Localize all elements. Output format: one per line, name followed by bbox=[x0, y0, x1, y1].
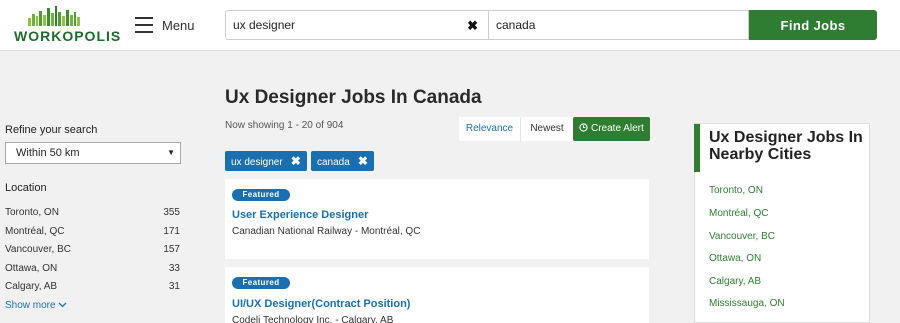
find-jobs-button[interactable]: Find Jobs bbox=[749, 10, 877, 40]
nearby-city-link[interactable]: Ottawa, ON bbox=[709, 253, 761, 264]
workopolis-logo[interactable]: WORKOPOLIS bbox=[14, 6, 120, 44]
clock-icon bbox=[579, 123, 588, 132]
location-name: Calgary, AB bbox=[5, 281, 58, 292]
nearby-city-link[interactable]: Vancouver, BC bbox=[709, 231, 775, 242]
distance-select[interactable]: Within 50 km ▼ bbox=[5, 142, 181, 164]
job-company: Codeli Technology Inc. - Calgary, AB bbox=[232, 315, 394, 323]
menu-button[interactable]: Menu bbox=[135, 14, 195, 36]
site-header: WORKOPOLIS Menu ✖ Find Jobs bbox=[0, 0, 900, 51]
create-alert-button[interactable]: Create Alert bbox=[573, 117, 650, 141]
chevron-down-icon bbox=[58, 302, 67, 308]
create-alert-label: Create Alert bbox=[590, 123, 644, 134]
sort-controls: Relevance Newest Create Alert bbox=[459, 117, 650, 141]
job-title-link[interactable]: UI/UX Designer(Contract Position) bbox=[232, 298, 410, 310]
location-name: Vancouver, BC bbox=[5, 244, 71, 255]
remove-filter-icon[interactable]: ✖ bbox=[358, 151, 368, 171]
keyword-search-box: ✖ bbox=[225, 10, 488, 40]
page-title: Ux Designer Jobs In Canada bbox=[225, 87, 482, 108]
job-title-link[interactable]: User Experience Designer bbox=[232, 209, 368, 221]
location-filter-title: Location bbox=[5, 182, 47, 194]
filter-tag-location[interactable]: canada ✖ bbox=[311, 151, 374, 171]
remove-filter-icon[interactable]: ✖ bbox=[291, 151, 301, 171]
location-count: 171 bbox=[163, 226, 180, 237]
distance-value: Within 50 km bbox=[16, 147, 80, 159]
location-count: 33 bbox=[168, 263, 180, 274]
nearby-city-link[interactable]: Mississauga, ON bbox=[709, 298, 785, 309]
job-card[interactable]: Featured User Experience Designer Canadi… bbox=[225, 179, 649, 259]
nearby-cities-panel: Ux Designer Jobs In Nearby Cities Toront… bbox=[694, 123, 870, 323]
featured-badge: Featured bbox=[232, 189, 290, 201]
close-icon[interactable]: ✖ bbox=[467, 18, 478, 34]
show-more-label: Show more bbox=[5, 300, 56, 311]
nearby-city-link[interactable]: Calgary, AB bbox=[709, 276, 761, 287]
location-filter-item[interactable]: Ottawa, ON 33 bbox=[5, 263, 180, 277]
sort-relevance-button[interactable]: Relevance bbox=[459, 117, 521, 141]
location-count: 157 bbox=[163, 244, 180, 255]
location-filter-item[interactable]: Vancouver, BC 157 bbox=[5, 244, 180, 258]
show-more-link[interactable]: Show more bbox=[5, 300, 67, 311]
job-card[interactable]: Featured UI/UX Designer(Contract Positio… bbox=[225, 267, 649, 323]
accent-bar bbox=[694, 124, 700, 172]
menu-label: Menu bbox=[162, 17, 195, 33]
location-filter-item[interactable]: Montréal, QC 171 bbox=[5, 226, 180, 240]
filter-tag-label: canada bbox=[317, 157, 350, 168]
hamburger-icon bbox=[135, 17, 153, 33]
location-name: Montréal, QC bbox=[5, 226, 65, 237]
filter-tag-label: ux designer bbox=[231, 157, 283, 168]
location-filter-item[interactable]: Calgary, AB 31 bbox=[5, 281, 180, 295]
filter-tag-keyword[interactable]: ux designer ✖ bbox=[225, 151, 307, 171]
results-count: Now showing 1 - 20 of 904 bbox=[225, 120, 344, 131]
nearby-city-link[interactable]: Montréal, QC bbox=[709, 208, 768, 219]
refine-label: Refine your search bbox=[5, 124, 98, 136]
dropdown-caret-icon: ▼ bbox=[167, 148, 175, 157]
sort-newest-button[interactable]: Newest bbox=[521, 117, 573, 141]
location-count: 31 bbox=[168, 281, 180, 292]
location-name: Ottawa, ON bbox=[5, 263, 58, 274]
location-input[interactable] bbox=[496, 11, 741, 39]
nearby-cities-title: Ux Designer Jobs In Nearby Cities bbox=[709, 129, 863, 163]
featured-badge: Featured bbox=[232, 277, 290, 289]
skyline-icon bbox=[28, 6, 80, 26]
location-count: 355 bbox=[163, 207, 180, 218]
keyword-input[interactable] bbox=[233, 11, 458, 39]
location-search-box bbox=[488, 10, 749, 40]
location-name: Toronto, ON bbox=[5, 207, 59, 218]
nearby-city-link[interactable]: Toronto, ON bbox=[709, 185, 763, 196]
job-company: Canadian National Railway - Montréal, QC bbox=[232, 226, 421, 237]
location-filter-item[interactable]: Toronto, ON 355 bbox=[5, 207, 180, 221]
logo-text: WORKOPOLIS bbox=[14, 28, 122, 44]
